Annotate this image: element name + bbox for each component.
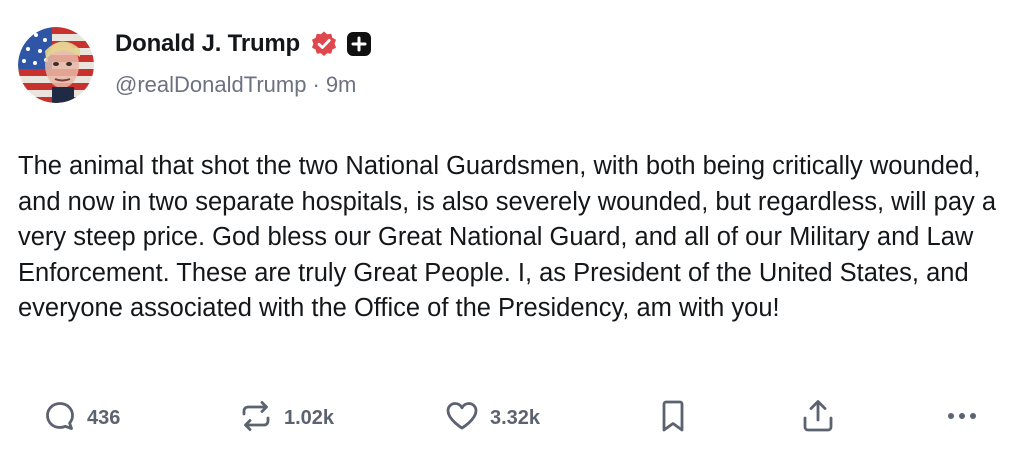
repost-button[interactable]: 1.02k — [238, 396, 334, 440]
heart-icon — [444, 399, 480, 438]
like-count: 3.32k — [490, 406, 541, 429]
author-row: Donald J. Trump — [115, 26, 372, 62]
avatar[interactable] — [18, 27, 94, 103]
post-text: The animal that shot the two National Gu… — [18, 152, 997, 322]
action-bar: 436 1.02k 3.32k — [0, 396, 1023, 440]
reply-icon — [43, 399, 77, 438]
post-card: Donald J. Trump @realDonaldTrump · 9m Th… — [0, 0, 1023, 463]
share-button[interactable] — [800, 396, 836, 440]
share-icon — [800, 398, 836, 439]
bookmark-icon — [658, 399, 688, 438]
reply-button[interactable]: 436 — [43, 396, 120, 440]
repost-count: 1.02k — [284, 406, 335, 429]
handle-row: @realDonaldTrump · 9m — [115, 72, 356, 98]
plus-square-icon[interactable] — [346, 31, 372, 57]
more-button[interactable] — [945, 396, 979, 440]
more-icon — [945, 399, 979, 438]
handle[interactable]: @realDonaldTrump — [115, 72, 306, 98]
reply-count: 436 — [87, 406, 121, 429]
display-name[interactable]: Donald J. Trump — [115, 30, 300, 58]
like-button[interactable]: 3.32k — [444, 396, 540, 440]
verified-badge-icon — [310, 30, 338, 58]
bookmark-button[interactable] — [658, 396, 688, 440]
repost-icon — [238, 399, 274, 438]
separator: · — [312, 72, 320, 97]
timestamp[interactable]: 9m — [326, 72, 357, 98]
flag-portrait-avatar — [18, 27, 94, 103]
